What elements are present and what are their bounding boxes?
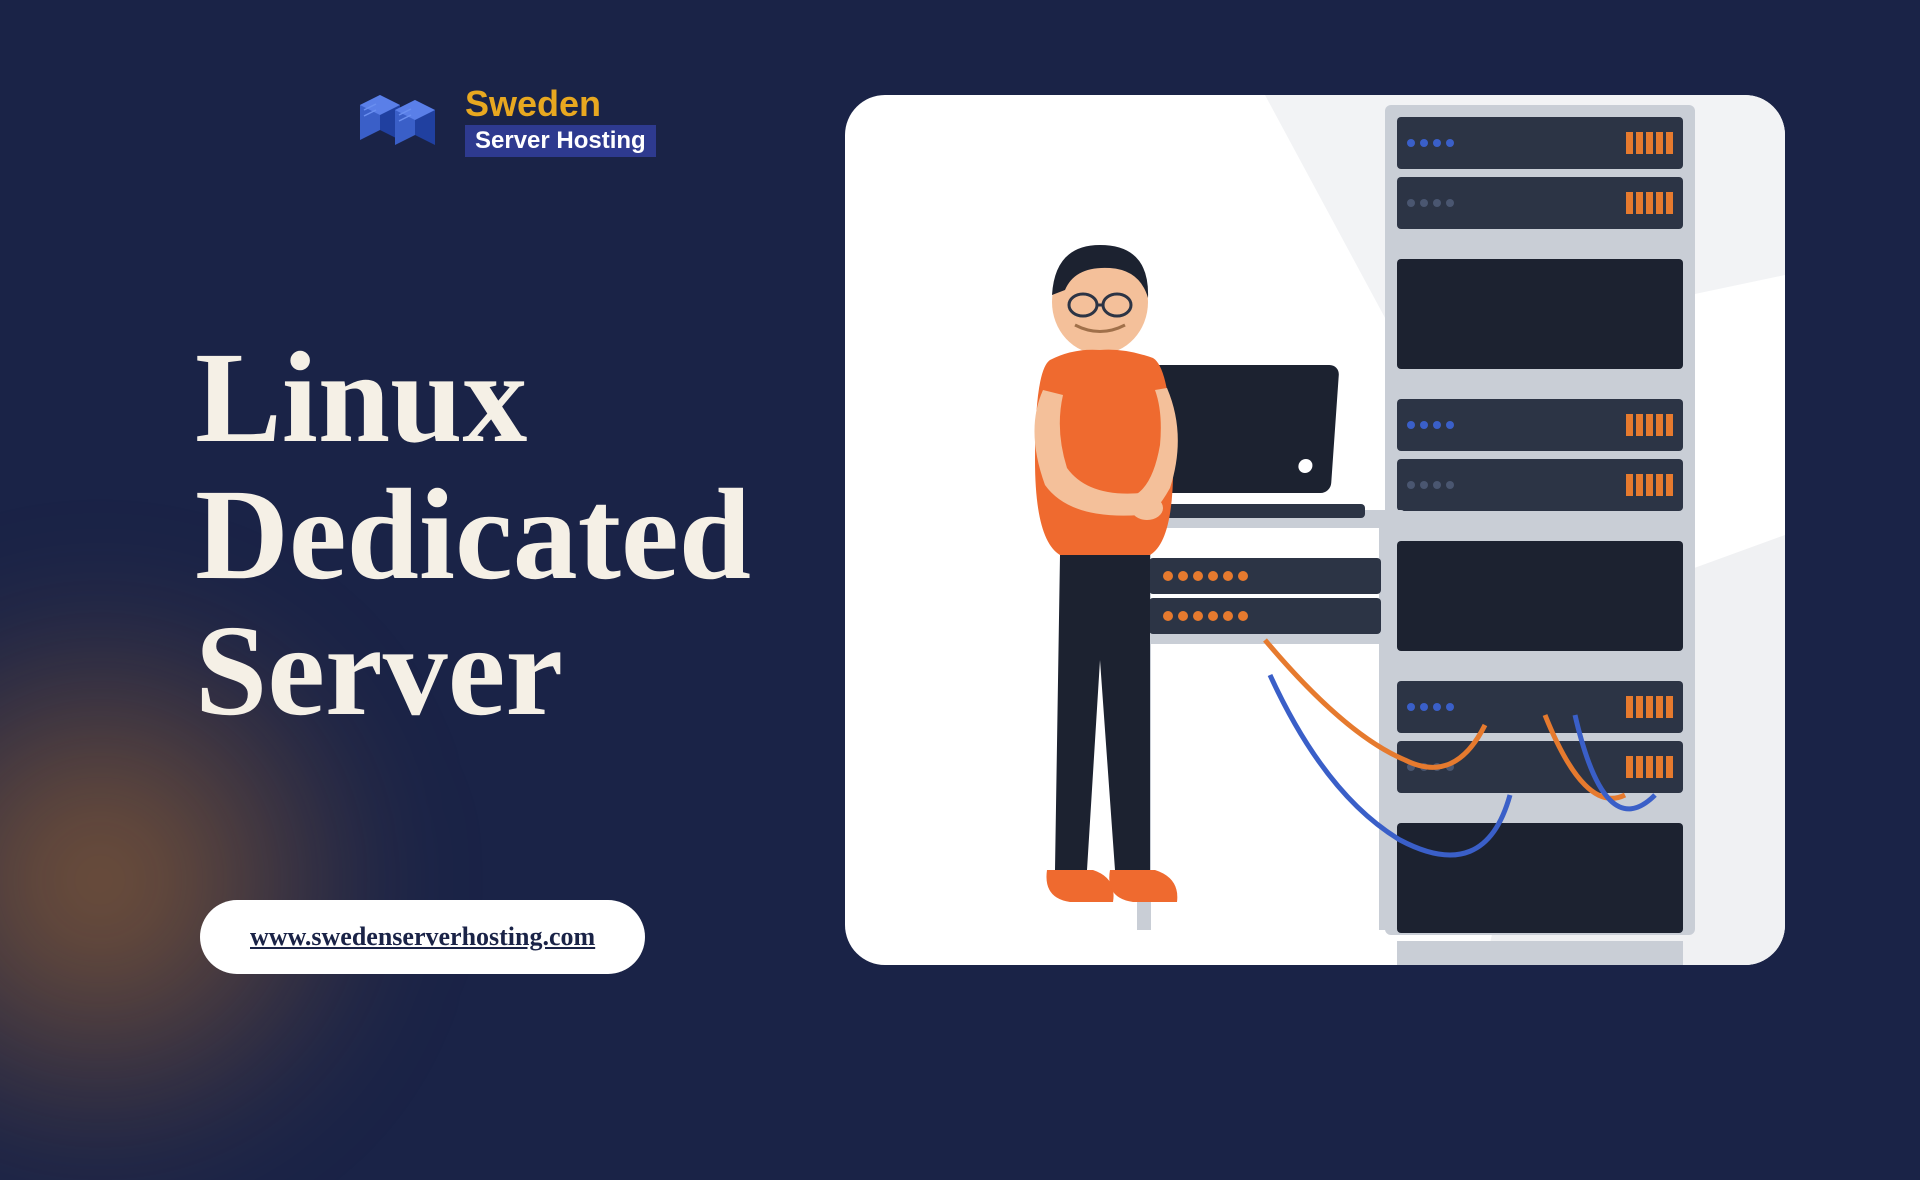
server-rack-icon [1385,105,1695,935]
website-url: www.swedenserverhosting.com [250,922,595,951]
heading-line-3: Server [195,599,563,743]
logo: Sweden Server Hosting [350,80,656,160]
hero-illustration [845,95,1785,965]
heading-line-1: Linux [195,326,527,470]
heading-line-2: Dedicated [195,463,751,607]
logo-subtitle-wrap: Server Hosting [465,125,656,157]
person-at-desk [975,230,1405,930]
logo-brand-name: Sweden [465,83,656,125]
server-rack-isometric-icon [350,80,450,160]
main-heading: Linux Dedicated Server [195,330,751,740]
logo-subtitle: Server Hosting [475,127,646,155]
person-illustration [975,230,1235,930]
logo-text: Sweden Server Hosting [465,83,656,157]
website-url-pill[interactable]: www.swedenserverhosting.com [200,900,645,974]
